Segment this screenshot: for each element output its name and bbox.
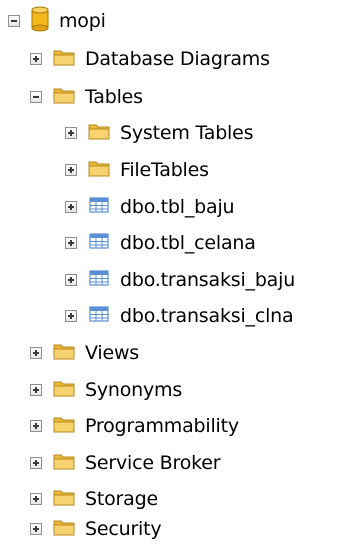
folder-icon [53,379,75,402]
folder-icon [53,86,75,109]
folder-icon [53,415,75,438]
tree-node-filetables[interactable]: FileTables [65,155,209,185]
tree-node-programmability[interactable]: Programmability [30,411,239,441]
tree-node-table[interactable]: dbo.transaksi_baju [65,265,295,295]
tree-node-service-broker[interactable]: Service Broker [30,448,221,478]
tree-node-label: Programmability [85,415,239,437]
tree-node-label: Storage [85,488,158,510]
tree-node-label: mopi [59,10,106,32]
folder-icon [53,518,75,541]
expand-icon[interactable] [65,274,77,286]
tree-node-label: System Tables [120,122,254,144]
tree-node-storage[interactable]: Storage [30,484,158,514]
tree-node-label: dbo.tbl_baju [120,196,235,218]
collapse-icon[interactable] [30,91,42,103]
expand-icon[interactable] [30,384,42,396]
tree-node-label: dbo.transaksi_baju [120,269,296,291]
folder-icon [53,452,75,475]
tree-node-label: Tables [85,86,143,108]
table-icon [88,196,110,219]
table-icon [88,305,110,328]
table-icon [88,232,110,255]
collapse-icon[interactable] [8,15,20,27]
folder-icon [88,159,110,182]
tree-node-database[interactable]: mopi [8,6,106,36]
tree-node-table[interactable]: dbo.tbl_celana [65,228,256,258]
tree-node-table[interactable]: dbo.tbl_baju [65,192,235,222]
tree-node-synonyms[interactable]: Synonyms [30,375,182,405]
tree-node-label: Synonyms [85,379,183,401]
expand-icon[interactable] [30,457,42,469]
object-explorer-tree: mopi Database Diagrams Tables System Tab… [0,0,361,545]
tree-node-system-tables[interactable]: System Tables [65,118,254,148]
tree-node-security[interactable]: Security [30,514,162,544]
table-icon [88,269,110,292]
folder-icon [53,342,75,365]
tree-node-database-diagrams[interactable]: Database Diagrams [30,44,270,74]
expand-icon[interactable] [30,347,42,359]
expand-icon[interactable] [65,310,77,322]
folder-icon [53,48,75,71]
folder-icon [88,122,110,145]
expand-icon[interactable] [65,127,77,139]
database-icon [30,6,50,37]
expand-icon[interactable] [30,523,42,535]
tree-node-label: Database Diagrams [85,48,270,70]
tree-node-views[interactable]: Views [30,338,139,368]
tree-node-label: FileTables [120,159,209,181]
tree-node-label: Service Broker [85,452,221,474]
tree-node-label: dbo.transaksi_clna [120,305,294,327]
expand-icon[interactable] [30,53,42,65]
tree-node-label: Views [85,342,139,364]
expand-icon[interactable] [65,201,77,213]
folder-icon [53,488,75,511]
expand-icon[interactable] [30,420,42,432]
tree-node-label: dbo.tbl_celana [120,232,256,254]
tree-node-tables[interactable]: Tables [30,82,143,112]
expand-icon[interactable] [65,237,77,249]
tree-node-table[interactable]: dbo.transaksi_clna [65,301,294,331]
expand-icon[interactable] [30,493,42,505]
tree-node-label: Security [85,518,162,540]
expand-icon[interactable] [65,164,77,176]
